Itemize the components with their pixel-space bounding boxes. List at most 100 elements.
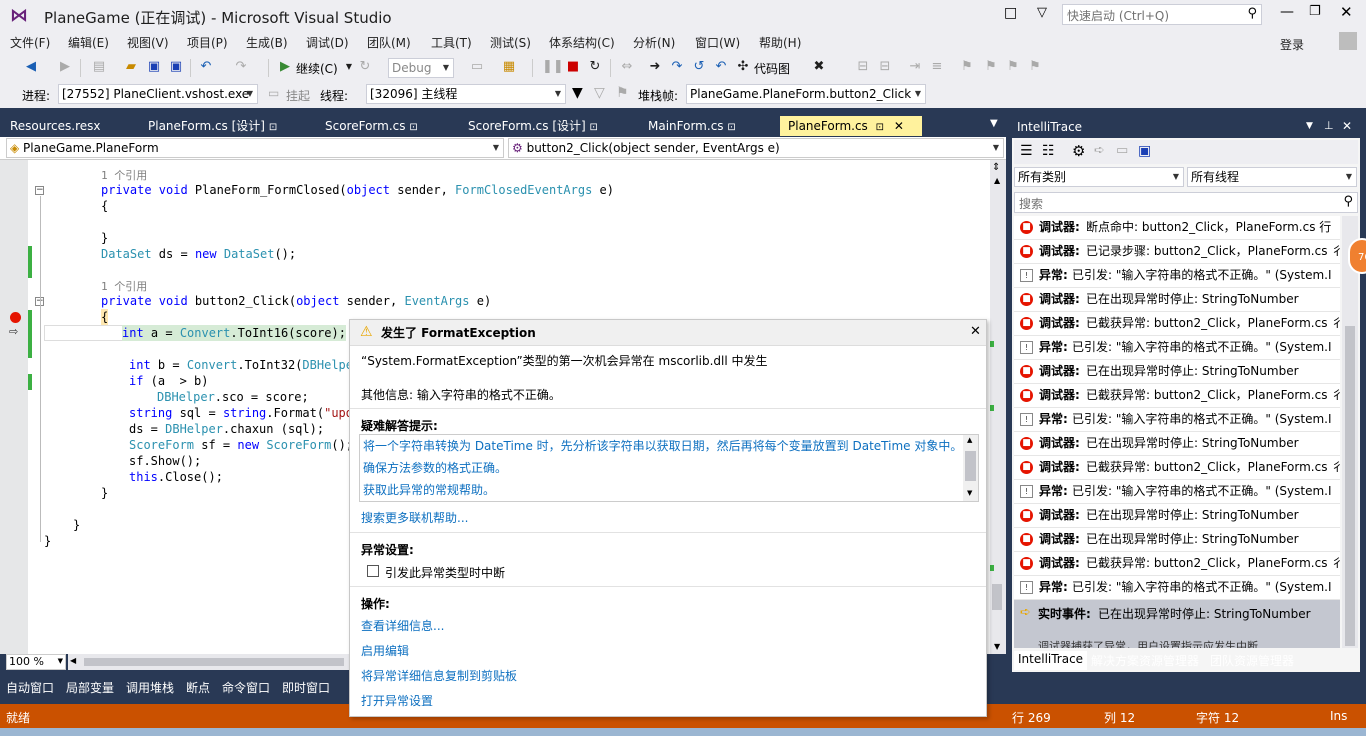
tab-planeform-design[interactable]: PlaneForm.cs [设计] ⊡ — [140, 116, 315, 136]
minimize-button[interactable]: — — [1280, 4, 1294, 20]
menu-project[interactable]: 项目(P) — [187, 34, 228, 51]
tips-scrollbar[interactable]: ▲ ▼ — [963, 435, 978, 501]
show-next-statement-icon[interactable]: ⇔ — [618, 58, 636, 76]
stackframe-select[interactable]: PlaneGame.PlaneForm.button2_Click ▼ — [686, 84, 926, 104]
intellitrace-search-input[interactable]: 搜索 ⚲ — [1014, 192, 1358, 213]
member-select[interactable]: ⚙ button2_Click(object sender, EventArgs… — [508, 138, 1004, 158]
intellitrace-event-row[interactable]: ! 异常: 已引发: "输入字符串的格式不正确。" (System.I — [1014, 408, 1340, 432]
suspend-icon[interactable]: ▭ — [268, 86, 279, 100]
intellitrace-event-row[interactable]: ■ 调试器: 已截获异常: button2_Click，PlaneForm.cs 彳 — [1014, 384, 1340, 408]
intellitrace-event-row[interactable]: ■ 调试器: 已在出现异常时停止: StringToNumber — [1014, 288, 1340, 312]
menu-window[interactable]: 窗口(W) — [695, 34, 740, 51]
tip-link[interactable]: 确保方法参数的格式正确。 — [363, 459, 507, 476]
save-all-icon[interactable]: ▣ — [167, 58, 185, 76]
redo-icon[interactable]: ↷ — [232, 58, 250, 76]
continue-button[interactable]: 继续(C) — [296, 60, 338, 77]
filter-icon[interactable]: ▽ — [1037, 5, 1047, 20]
live-event-row[interactable]: ➪ 实时事件: 已在出现异常时停止: StringToNumber 调试器捕获了… — [1014, 600, 1340, 648]
menu-analyze[interactable]: 分析(N) — [633, 34, 675, 51]
menu-team[interactable]: 团队(M) — [367, 34, 411, 51]
editor-horizontal-scrollbar[interactable]: ◀ — [68, 654, 350, 670]
tab-autos[interactable]: 自动窗口 — [6, 679, 54, 696]
save-log-icon[interactable]: ▣ — [1138, 143, 1151, 159]
thread-select[interactable]: [32096] 主线程 ▼ — [366, 84, 566, 104]
scroll-thumb[interactable] — [992, 584, 1002, 610]
menu-test[interactable]: 测试(S) — [490, 34, 531, 51]
menu-view[interactable]: 视图(V) — [127, 34, 169, 51]
tip-link[interactable]: 将一个字符串转换为 DateTime 时，先分析该字符串以获取日期，然后再将每个… — [363, 437, 962, 454]
pin-icon[interactable]: ⊥ — [1324, 119, 1334, 132]
scroll-up-icon[interactable]: ▲ — [994, 176, 1000, 185]
menu-debug[interactable]: 调试(D) — [306, 34, 349, 51]
back-icon[interactable]: ◀ — [22, 58, 40, 76]
reference-count[interactable]: 1 个引用 — [101, 278, 147, 294]
intellitrace-event-row[interactable]: ■ 调试器: 已截获异常: button2_Click，PlaneForm.cs 彳 — [1014, 312, 1340, 336]
scroll-left-icon[interactable]: ◀ — [70, 656, 76, 665]
menu-architecture[interactable]: 体系结构(C) — [549, 34, 615, 51]
tab-call-stack[interactable]: 调用堆栈 — [126, 679, 174, 696]
find-icon[interactable]: ▭ — [468, 58, 486, 76]
intellitrace-event-row[interactable]: ! 异常: 已引发: "输入字符串的格式不正确。" (System.I — [1014, 336, 1340, 360]
view-details-link[interactable]: 查看详细信息... — [361, 617, 444, 634]
restart-icon[interactable]: ↻ — [586, 58, 604, 76]
scroll-thumb[interactable] — [965, 451, 976, 481]
close-panel-icon[interactable]: ✕ — [1342, 119, 1352, 133]
code-map-icon[interactable]: ✣ — [734, 58, 752, 76]
config-select[interactable]: Debug ▼ — [388, 58, 454, 78]
flag-threads-icon[interactable]: ⚑ — [616, 85, 629, 101]
intellitrace-event-row[interactable]: ■ 调试器: 已截获异常: button2_Click，PlaneForm.cs 彳 — [1014, 552, 1340, 576]
settings-icon[interactable]: ⚙ — [1072, 142, 1085, 160]
intellitrace-event-row[interactable]: ■ 调试器: 已截获异常: button2_Click，PlaneForm.cs 彳 — [1014, 456, 1340, 480]
stop-icon[interactable]: ■ — [564, 58, 582, 76]
quick-launch-input[interactable]: 快速启动 (Ctrl+Q) ⚲ — [1062, 4, 1262, 25]
diagnostics-icon[interactable]: ✖ — [810, 58, 828, 76]
intellitrace-event-row[interactable]: ■ 调试器: 已在出现异常时停止: StringToNumber — [1014, 432, 1340, 456]
tab-scoreform-design[interactable]: ScoreForm.cs [设计] ⊡ — [460, 116, 635, 136]
tab-resources-resx[interactable]: Resources.resx — [2, 116, 137, 136]
flag-icon[interactable]: ⚑ — [958, 58, 976, 76]
tab-scoreform-cs[interactable]: ScoreForm.cs ⊡ — [317, 116, 457, 136]
step-over-icon[interactable]: ↷ — [668, 58, 686, 76]
filter-clear-icon[interactable]: ▽ — [594, 85, 605, 101]
intellitrace-event-row[interactable]: ■ 调试器: 已记录步骤: button2_Click，PlaneForm.cs 彳 — [1014, 240, 1340, 264]
menu-file[interactable]: 文件(F) — [10, 34, 50, 51]
continue-icon[interactable]: ▶ — [276, 58, 294, 76]
login-link[interactable]: 登录 — [1280, 36, 1304, 53]
maximize-button[interactable]: ❐ — [1309, 4, 1321, 19]
solution-explorer-tab[interactable]: 解决方案资源管理器 — [1091, 652, 1199, 669]
list-view-icon[interactable]: ☰ — [1020, 143, 1033, 159]
scroll-up-icon[interactable]: ▲ — [967, 436, 972, 444]
tab-breakpoints[interactable]: 断点 — [186, 679, 210, 696]
undo-icon[interactable]: ↶ — [197, 58, 215, 76]
save-icon[interactable]: ▣ — [145, 58, 163, 76]
intellitrace-event-row[interactable]: ! 异常: 已引发: "输入字符串的格式不正确。" (System.I — [1014, 264, 1340, 288]
feedback-icon[interactable]: □ — [1004, 5, 1017, 21]
reference-count[interactable]: 1 个引用 — [101, 167, 147, 183]
align-left-icon[interactable]: ⊟ — [854, 58, 872, 76]
tab-overflow-icon[interactable]: ▼ — [990, 118, 998, 129]
breakpoint-icon[interactable] — [10, 312, 21, 323]
class-select[interactable]: ◈ PlaneGame.PlaneForm ▼ — [6, 138, 504, 158]
scroll-thumb[interactable] — [84, 658, 344, 666]
clear-bookmarks-icon[interactable]: ⚑ — [1026, 58, 1044, 76]
open-exception-settings-link[interactable]: 打开异常设置 — [361, 692, 433, 709]
team-explorer-tab[interactable]: 团队资源管理器 — [1210, 652, 1294, 669]
prev-bookmark-icon[interactable]: ⚑ — [982, 58, 1000, 76]
close-icon[interactable]: ✕ — [970, 324, 981, 339]
break-checkbox[interactable] — [367, 565, 379, 577]
tab-immediate-window[interactable]: 即时窗口 — [282, 679, 330, 696]
thread-filter-select[interactable]: 所有线程 ▼ — [1187, 167, 1357, 187]
next-bookmark-icon[interactable]: ⚑ — [1004, 58, 1022, 76]
indent-icon[interactable]: ⇥ — [906, 58, 924, 76]
new-project-icon[interactable]: ▤ — [90, 58, 108, 76]
pause-icon[interactable]: ❚❚ — [542, 58, 564, 76]
tab-mainform-cs[interactable]: MainForm.cs ⊡ — [640, 116, 778, 136]
menu-edit[interactable]: 编辑(E) — [68, 34, 109, 51]
scroll-thumb[interactable] — [1345, 326, 1355, 646]
scroll-down-icon[interactable]: ▼ — [967, 489, 972, 497]
filter-threads-icon[interactable]: ▼ — [572, 85, 583, 101]
pin-icon[interactable]: ⊡ — [876, 122, 884, 133]
open-file-icon[interactable]: ▰ — [122, 58, 140, 76]
tab-planeform-cs[interactable]: PlaneForm.cs ⊡ ✕ — [780, 116, 922, 136]
intellitrace-event-row[interactable]: ■ 调试器: 已在出现异常时停止: StringToNumber — [1014, 360, 1340, 384]
